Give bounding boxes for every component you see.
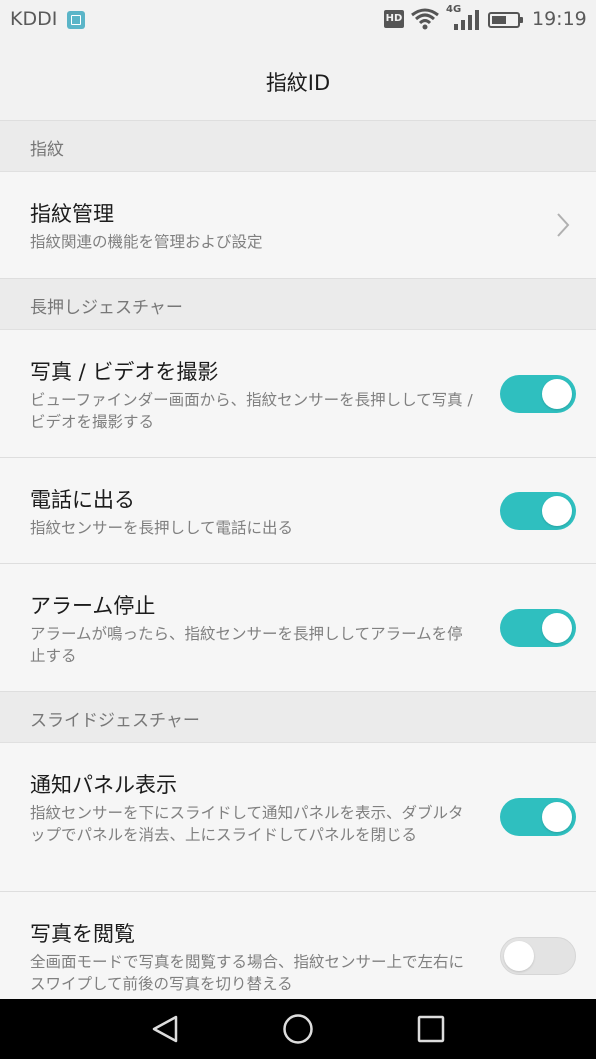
item-title: アラーム停止 <box>30 594 156 618</box>
section-header-slide: スライドジェスチャー <box>0 691 596 743</box>
item-description: 指紋センサーを下にスライドして通知パネルを表示、ダブルタップでパネルを消去、上に… <box>30 804 464 844</box>
photo-browse-item[interactable]: 写真を閲覧 全画面モードで写真を閲覧する場合、指紋センサー上で左右にスワイプして… <box>0 892 596 999</box>
navigation-bar <box>0 999 596 1059</box>
chevron-right-icon <box>557 213 570 237</box>
section-header-label: 長押しジェスチャー <box>30 298 183 318</box>
section-header-label: スライドジェスチャー <box>30 711 200 731</box>
home-icon[interactable] <box>282 1013 314 1045</box>
hd-icon: HD <box>384 10 404 28</box>
answer-call-item[interactable]: 電話に出る 指紋センサーを長押しして電話に出る <box>0 458 596 564</box>
item-title: 指紋管理 <box>30 202 114 226</box>
photo-video-capture-item[interactable]: 写真 / ビデオを撮影 ビューファインダー画面から、指紋センサーを長押しして写真… <box>0 330 596 458</box>
item-description: 指紋センサーを長押しして電話に出る <box>30 519 294 537</box>
answer-call-toggle[interactable] <box>500 492 576 530</box>
battery-icon <box>488 12 523 28</box>
stop-alarm-toggle[interactable] <box>500 609 576 647</box>
toggle-knob <box>542 802 572 832</box>
toggle-knob <box>542 613 572 643</box>
toggle-knob <box>504 941 534 971</box>
section-header-label: 指紋 <box>30 140 64 160</box>
item-title: 通知パネル表示 <box>30 773 177 797</box>
title-bar: 指紋ID <box>0 40 596 121</box>
item-title: 電話に出る <box>30 488 135 512</box>
wifi-icon <box>411 8 439 30</box>
stop-alarm-item[interactable]: アラーム停止 アラームが鳴ったら、指紋センサーを長押ししてアラームを停止する <box>0 564 596 692</box>
photo-browse-toggle[interactable] <box>500 937 576 975</box>
item-title: 写真を閲覧 <box>30 922 135 946</box>
back-icon[interactable] <box>150 1013 182 1045</box>
item-description: アラームが鳴ったら、指紋センサーを長押ししてアラームを停止する <box>30 625 463 665</box>
carrier-label: KDDI <box>10 8 58 30</box>
toggle-knob <box>542 496 572 526</box>
cellular-signal-icon <box>454 10 479 30</box>
item-description: 全画面モードで写真を閲覧する場合、指紋センサー上で左右にスワイプして前後の写真を… <box>30 953 465 993</box>
gallery-icon <box>67 11 85 29</box>
notification-panel-toggle[interactable] <box>500 798 576 836</box>
item-description: 指紋関連の機能を管理および設定 <box>30 233 263 251</box>
page-title: 指紋ID <box>265 71 331 95</box>
recents-icon[interactable] <box>416 1013 446 1045</box>
toggle-knob <box>542 379 572 409</box>
fingerprint-management-item[interactable]: 指紋管理 指紋関連の機能を管理および設定 <box>0 172 596 278</box>
status-bar: KDDI HD 4G 19:19 <box>0 0 596 40</box>
notification-panel-item[interactable]: 通知パネル表示 指紋センサーを下にスライドして通知パネルを表示、ダブルタップでパ… <box>0 743 596 892</box>
section-header-long-press: 長押しジェスチャー <box>0 278 596 330</box>
item-title: 写真 / ビデオを撮影 <box>30 360 219 384</box>
item-description: ビューファインダー画面から、指紋センサーを長押しして写真 / ビデオを撮影する <box>30 391 473 431</box>
section-header-fingerprint: 指紋 <box>0 120 596 172</box>
clock: 19:19 <box>532 8 587 30</box>
photo-video-capture-toggle[interactable] <box>500 375 576 413</box>
